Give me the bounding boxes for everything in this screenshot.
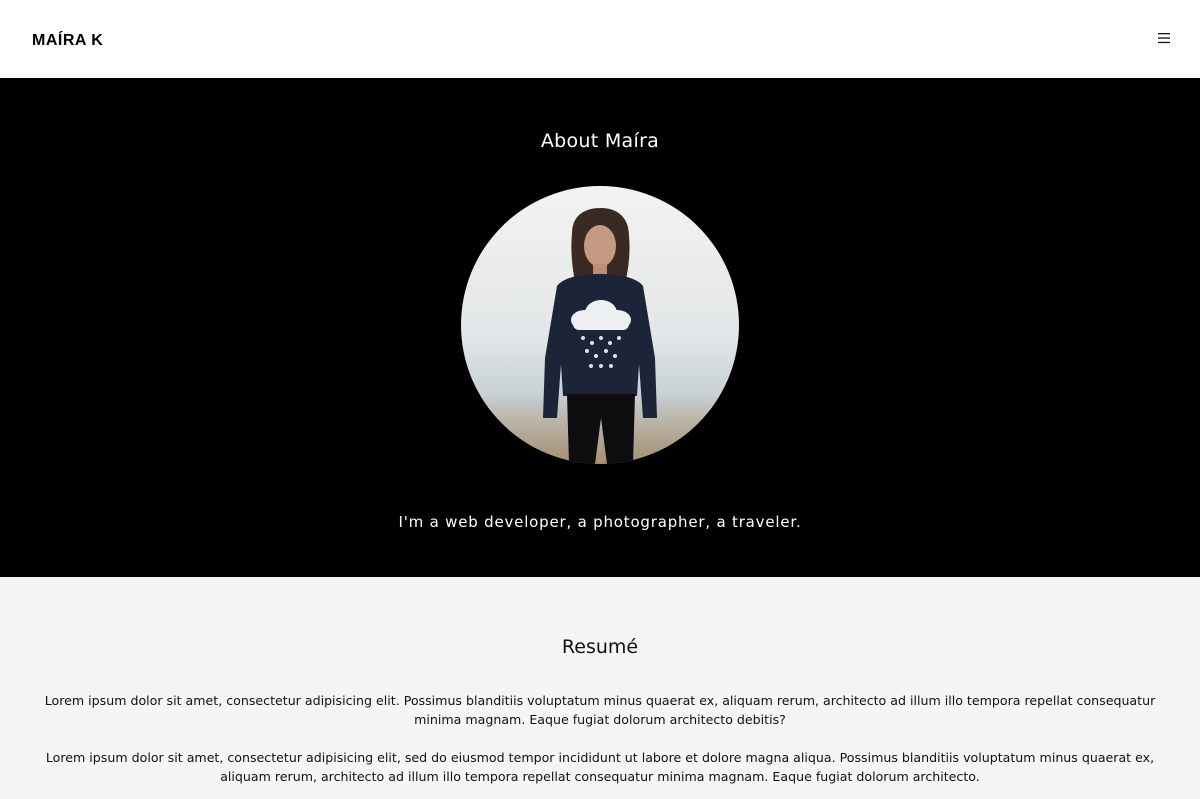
top-navbar: MAÍRA K xyxy=(0,0,1200,78)
resume-title: Resumé xyxy=(561,636,639,658)
resume-paragraph: Lorem ipsum dolor sit amet, consectetur … xyxy=(44,693,1156,727)
hamburger-menu-icon xyxy=(1158,33,1170,44)
profile-photo xyxy=(461,186,739,464)
resume-paragraph: Lorem ipsum dolor sit amet, consectetur … xyxy=(45,750,1155,784)
about-tagline: I'm a web developer, a photographer, a t… xyxy=(398,513,802,531)
menu-toggle-button[interactable] xyxy=(1152,26,1176,50)
resume-section: Resumé Lorem ipsum dolor sit amet, conse… xyxy=(0,577,1200,799)
brand-logo-link[interactable]: MAÍRA K xyxy=(32,31,103,51)
profile-photo-illustration xyxy=(461,186,739,464)
about-title: About Maíra xyxy=(540,130,660,152)
about-section: About Maíra I'm a web developer, a photo… xyxy=(0,78,1200,577)
